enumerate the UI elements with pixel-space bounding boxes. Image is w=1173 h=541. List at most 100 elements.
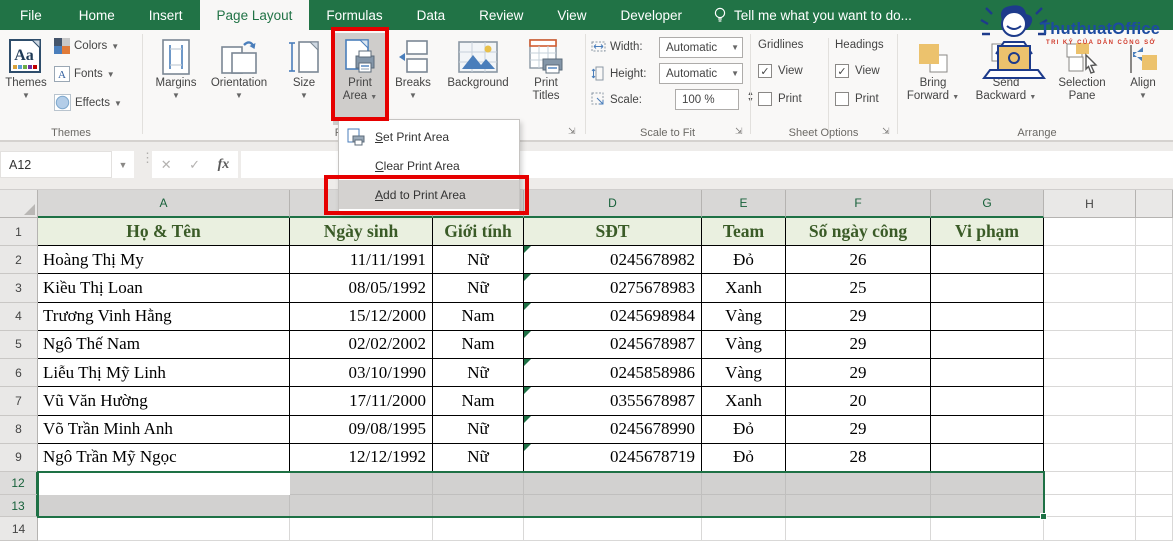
data-cell[interactable]: 0245678987 [524,330,702,359]
cell-empty[interactable] [524,472,702,495]
cell-empty[interactable] [786,472,931,495]
data-cell[interactable]: Kiều Thị Loan [38,274,290,303]
active-cell-A12[interactable] [38,472,290,495]
row-header-5[interactable]: 5 [0,330,38,359]
align-button[interactable]: Align ▼ [1121,33,1165,125]
data-cell[interactable]: Ngô Trần Mỹ Ngọc [38,443,290,472]
data-cell[interactable]: Vũ Văn Hường [38,387,290,416]
margins-button[interactable]: Margins ▼ [148,33,204,125]
cell-empty[interactable] [1044,415,1136,444]
column-header-partial[interactable] [1136,190,1173,218]
column-header-H[interactable]: H [1044,190,1136,218]
headings-view-checkbox[interactable]: ✓ View [835,64,880,78]
table-header-cell[interactable]: Ngày sinh [290,218,433,246]
cell-empty[interactable] [702,517,786,541]
name-box-dropdown[interactable]: ▼ [112,151,134,178]
data-cell[interactable]: Ngô Thế Nam [38,330,290,359]
data-cell[interactable] [931,387,1044,416]
orientation-button[interactable]: Orientation ▼ [206,33,272,125]
data-cell[interactable]: 0245678982 [524,246,702,275]
data-cell[interactable]: Trương Vinh Hằng [38,302,290,331]
cell-empty[interactable] [1136,495,1173,517]
data-cell[interactable]: Hoàng Thị My [38,246,290,275]
row-header-7[interactable]: 7 [0,387,38,416]
data-cell[interactable]: 28 [786,443,931,472]
scale-to-fit-dialog-launcher[interactable]: ⇲ [735,126,746,137]
data-cell[interactable]: Đỏ [702,443,786,472]
cell-empty[interactable] [1136,246,1173,275]
data-cell[interactable] [931,359,1044,388]
cell-empty[interactable] [1044,274,1136,303]
data-cell[interactable]: Võ Trần Minh Anh [38,415,290,444]
tell-me-box[interactable]: Tell me what you want to do... [713,0,912,30]
enter-icon[interactable]: ✓ [189,157,200,173]
gridlines-view-checkbox[interactable]: ✓ View [758,64,803,78]
data-cell[interactable]: 0245678990 [524,415,702,444]
cell-empty[interactable] [786,495,931,517]
cell-empty[interactable] [1136,330,1173,359]
row-header-2[interactable]: 2 [0,246,38,275]
row-header-8[interactable]: 8 [0,415,38,444]
tab-review[interactable]: Review [462,0,540,30]
column-header-E[interactable]: E [702,190,786,218]
data-cell[interactable]: 17/11/2000 [290,387,433,416]
data-cell[interactable]: Nữ [433,359,524,388]
data-cell[interactable] [931,415,1044,444]
tab-insert[interactable]: Insert [132,0,200,30]
data-cell[interactable]: Đỏ [702,246,786,275]
height-combobox[interactable]: Automatic ▼ [659,63,743,84]
cell-empty[interactable] [290,517,433,541]
table-header-cell[interactable]: Số ngày công [786,218,931,246]
data-cell[interactable]: 12/12/1992 [290,443,433,472]
data-cell[interactable]: 09/08/1995 [290,415,433,444]
data-cell[interactable]: 02/02/2002 [290,330,433,359]
cell-empty[interactable] [786,517,931,541]
data-cell[interactable] [931,274,1044,303]
table-header-cell[interactable]: Team [702,218,786,246]
cell-empty[interactable] [931,495,1044,517]
cell-empty[interactable] [931,517,1044,541]
tab-page-layout[interactable]: Page Layout [199,0,310,30]
tab-data[interactable]: Data [400,0,463,30]
data-cell[interactable]: 25 [786,274,931,303]
cell-empty[interactable] [433,472,524,495]
cancel-icon[interactable]: ✕ [161,157,172,173]
bring-forward-button[interactable]: Bring Forward ▼ [900,33,966,125]
cell-empty[interactable] [38,517,290,541]
cell-empty[interactable] [1136,387,1173,416]
data-cell[interactable] [931,330,1044,359]
data-cell[interactable]: 0245858986 [524,359,702,388]
cell-empty[interactable] [1044,330,1136,359]
cell-empty[interactable] [433,495,524,517]
data-cell[interactable]: Đỏ [702,415,786,444]
size-button[interactable]: Size ▼ [278,33,330,125]
data-cell[interactable]: Xanh [702,387,786,416]
menu-item-set-print-area[interactable]: Set Print Area [339,122,519,151]
data-cell[interactable]: Nam [433,330,524,359]
table-header-cell[interactable]: Vi phạm [931,218,1044,246]
cell-empty[interactable] [433,517,524,541]
cell-empty[interactable] [1136,415,1173,444]
cell-empty[interactable] [1136,274,1173,303]
data-cell[interactable]: 0355678987 [524,387,702,416]
data-cell[interactable]: 29 [786,302,931,331]
column-header-G[interactable]: G [931,190,1044,218]
colors-button[interactable]: Colors ▼ [54,38,119,54]
data-cell[interactable]: Nữ [433,274,524,303]
data-cell[interactable]: 0245698984 [524,302,702,331]
data-cell[interactable]: 29 [786,359,931,388]
print-titles-button[interactable]: Print Titles [519,33,573,125]
column-header-A[interactable]: A [38,190,290,218]
data-cell[interactable] [931,246,1044,275]
cell-empty[interactable] [290,472,433,495]
cell-empty[interactable] [1136,302,1173,331]
select-all-corner[interactable] [0,190,38,218]
data-cell[interactable] [931,443,1044,472]
data-cell[interactable]: 0245678719 [524,443,702,472]
fill-handle[interactable] [1040,513,1047,520]
cell-empty[interactable] [1136,472,1173,495]
row-header-3[interactable]: 3 [0,274,38,303]
column-header-D[interactable]: D [524,190,702,218]
data-cell[interactable]: Nữ [433,443,524,472]
data-cell[interactable]: Xanh [702,274,786,303]
